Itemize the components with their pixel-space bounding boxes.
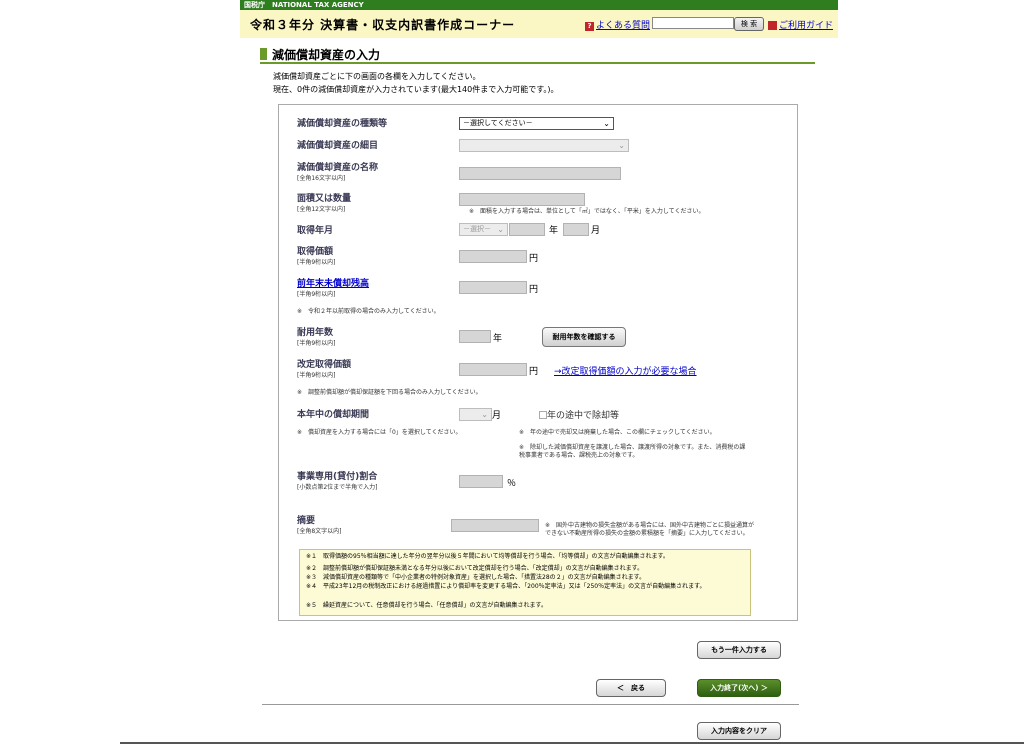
acquisition-month-input[interactable] bbox=[563, 223, 589, 236]
depreciation-period-label: 本年中の償却期間 bbox=[297, 410, 370, 420]
summary-sublabel: [全角8文字以内] bbox=[297, 528, 342, 535]
revised-price-note: ※ 調整前償却額が償却保証額を下回る場合のみ入力してください。 bbox=[297, 389, 482, 396]
period-note: ※ 償却資産を入力する場合には「0」を選択してください。 bbox=[297, 429, 462, 436]
agency-name: 国税庁 NATIONAL TAX AGENCY bbox=[244, 1, 364, 9]
acquisition-price-input[interactable] bbox=[459, 250, 527, 263]
faq-link-label: よくある質問 bbox=[596, 21, 651, 31]
right-margin bbox=[838, 0, 1024, 744]
corner-title: 令和３年分 決算書・収支内訳書作成コーナー bbox=[250, 18, 516, 32]
asset-name-sublabel: [全角16文字以内] bbox=[297, 175, 346, 182]
asset-detail-select[interactable]: ⌄ bbox=[459, 139, 629, 152]
asset-detail-label: 減価償却資産の細目 bbox=[297, 141, 379, 151]
prev-balance-link[interactable]: 前年末未償却残高 bbox=[297, 276, 369, 289]
revised-price-input[interactable] bbox=[459, 363, 527, 376]
area-sublabel: [全角12文字以内] bbox=[297, 206, 346, 213]
revised-price-sublabel: [半角9桁以内] bbox=[297, 372, 336, 379]
back-button[interactable]: ＜ 戻る bbox=[596, 679, 666, 697]
note-item: ※３ 減価償却資産の種類等で「中小企業者の特例対象資産」を選択した場合、「措置法… bbox=[306, 574, 646, 581]
finish-input-button[interactable]: 入力終了(次へ) ＞ bbox=[697, 679, 781, 697]
page: 国税庁 NATIONAL TAX AGENCY 令和３年分 決算書・収支内訳書作… bbox=[240, 0, 838, 744]
agency-bar: 国税庁 NATIONAL TAX AGENCY bbox=[240, 0, 838, 10]
guide-link[interactable]: ご利用ガイド bbox=[768, 18, 833, 31]
acquisition-date-label: 取得年月 bbox=[297, 226, 334, 236]
month-unit: 月 bbox=[591, 226, 601, 236]
faq-search-input[interactable] bbox=[652, 17, 734, 29]
acquisition-year-input[interactable] bbox=[509, 223, 545, 236]
left-margin bbox=[0, 0, 240, 744]
chevron-down-icon: ⌄ bbox=[603, 119, 610, 128]
heading-bar-icon bbox=[260, 48, 267, 60]
summary-label: 摘要 bbox=[297, 516, 316, 526]
revised-price-help-link[interactable]: →改定取得価額の入力が必要な場合 bbox=[554, 364, 697, 377]
corner-title-bar: 令和３年分 決算書・収支内訳書作成コーナー ? よくある質問 検 索 ご利用ガイド bbox=[240, 10, 838, 38]
prev-balance-sublabel: [半角9桁以内] bbox=[297, 291, 336, 298]
useful-life-label: 耐用年数 bbox=[297, 328, 334, 338]
midyear-disposal-checkbox[interactable] bbox=[539, 411, 547, 419]
note-item: ※１ 取得価額の95％相当額に達した年分の翌年分以後５年間において均等償却を行う… bbox=[306, 553, 669, 560]
area-input[interactable] bbox=[459, 193, 585, 206]
add-another-button[interactable]: もう一件入力する bbox=[697, 641, 781, 659]
guide-icon bbox=[768, 21, 777, 30]
prev-balance-note: ※ 令和２年以前取得の場合のみ入力してください。 bbox=[297, 308, 440, 315]
intro-line-2: 現在、0件の減価償却資産が入力されています(最大140件まで入力可能です。)。 bbox=[273, 85, 559, 94]
business-ratio-sublabel: [小数点第2位まで半角で入力] bbox=[297, 484, 378, 491]
useful-life-sublabel: [半角9桁以内] bbox=[297, 340, 336, 347]
notes-box: ※１ 取得価額の95％相当額に達した年分の翌年分以後５年間において均等償却を行う… bbox=[299, 549, 751, 616]
acquisition-era-value: －選択－ bbox=[463, 225, 491, 233]
divider bbox=[262, 704, 799, 705]
chevron-down-icon: ⌄ bbox=[618, 141, 625, 150]
page-title: 減価償却資産の入力 bbox=[272, 48, 381, 62]
revised-price-label: 改定取得価額 bbox=[297, 360, 352, 370]
question-icon: ? bbox=[585, 22, 594, 31]
prev-balance-input[interactable] bbox=[459, 281, 527, 294]
acquisition-price-sublabel: [半角9桁以内] bbox=[297, 259, 336, 266]
acquisition-era-select[interactable]: －選択－ ⌄ bbox=[459, 223, 508, 236]
intro-line-1: 減価償却資産ごとに下の画面の各欄を入力してください。 bbox=[273, 72, 481, 81]
section-heading: 減価償却資産の入力 bbox=[260, 46, 815, 64]
year-unit: 年 bbox=[549, 226, 559, 236]
business-ratio-input[interactable] bbox=[459, 475, 503, 488]
midyear-note-2: ※ 除却した減価償却資産を譲渡した場合、譲渡所得の対象です。また、消費税の課税事… bbox=[519, 444, 746, 459]
chevron-down-icon: ⌄ bbox=[481, 410, 488, 419]
midyear-note-1: ※ 年の途中で売却又は廃棄した場合、この欄にチェックしてください。 bbox=[519, 429, 716, 436]
midyear-disposal-label: 年の途中で除却等 bbox=[547, 411, 620, 421]
acquisition-price-label: 取得価額 bbox=[297, 247, 334, 257]
yen-unit: 円 bbox=[529, 367, 539, 377]
area-note: ※ 面積を入力する場合は、単位として「㎡」ではなく、「平米」を入力してください。 bbox=[469, 208, 705, 215]
period-month-unit: 月 bbox=[492, 411, 502, 421]
asset-type-select[interactable]: －選択してください－ ⌄ bbox=[459, 117, 614, 130]
percent-unit: ％ bbox=[507, 479, 517, 489]
asset-form: 減価償却資産の種類等 －選択してください－ ⌄ 減価償却資産の細目 ⌄ 減価償却… bbox=[278, 104, 798, 621]
useful-life-input[interactable] bbox=[459, 330, 491, 343]
note-item: ※５ 繰延資産について、任意償却を行う場合、「任意償却」の文言が自動編集されます… bbox=[306, 602, 547, 609]
useful-life-unit: 年 bbox=[493, 334, 503, 344]
yen-unit: 円 bbox=[529, 254, 539, 264]
clear-input-button[interactable]: 入力内容をクリア bbox=[697, 722, 781, 740]
business-ratio-label: 事業専用(貸付)割合 bbox=[297, 472, 378, 482]
note-item: ※４ 平成23年12月の税制改正における経過措置により償却率を変更する場合、「2… bbox=[306, 583, 706, 590]
asset-name-label: 減価償却資産の名称 bbox=[297, 163, 379, 173]
chevron-down-icon: ⌄ bbox=[497, 225, 504, 234]
asset-name-input[interactable] bbox=[459, 167, 621, 180]
asset-type-label: 減価償却資産の種類等 bbox=[297, 119, 388, 129]
summary-note: ※ 国外中古建物の損失金額がある場合には、国外中古建物ごとに損益通算ができない不… bbox=[545, 522, 755, 537]
search-button[interactable]: 検 索 bbox=[734, 17, 764, 31]
faq-link[interactable]: ? よくある質問 bbox=[585, 18, 650, 31]
asset-type-select-value: －選択してください－ bbox=[463, 119, 533, 127]
note-item: ※２ 調整前償却額が償却保証額未満となる年分以後において改定償却を行う場合、「改… bbox=[306, 565, 644, 572]
depreciation-period-select[interactable]: ⌄ bbox=[459, 408, 492, 421]
yen-unit: 円 bbox=[529, 285, 539, 295]
summary-input[interactable] bbox=[451, 519, 539, 532]
guide-link-label: ご利用ガイド bbox=[779, 21, 834, 31]
area-label: 面積又は数量 bbox=[297, 194, 352, 204]
check-useful-life-button[interactable]: 耐用年数を確認する bbox=[542, 327, 626, 347]
